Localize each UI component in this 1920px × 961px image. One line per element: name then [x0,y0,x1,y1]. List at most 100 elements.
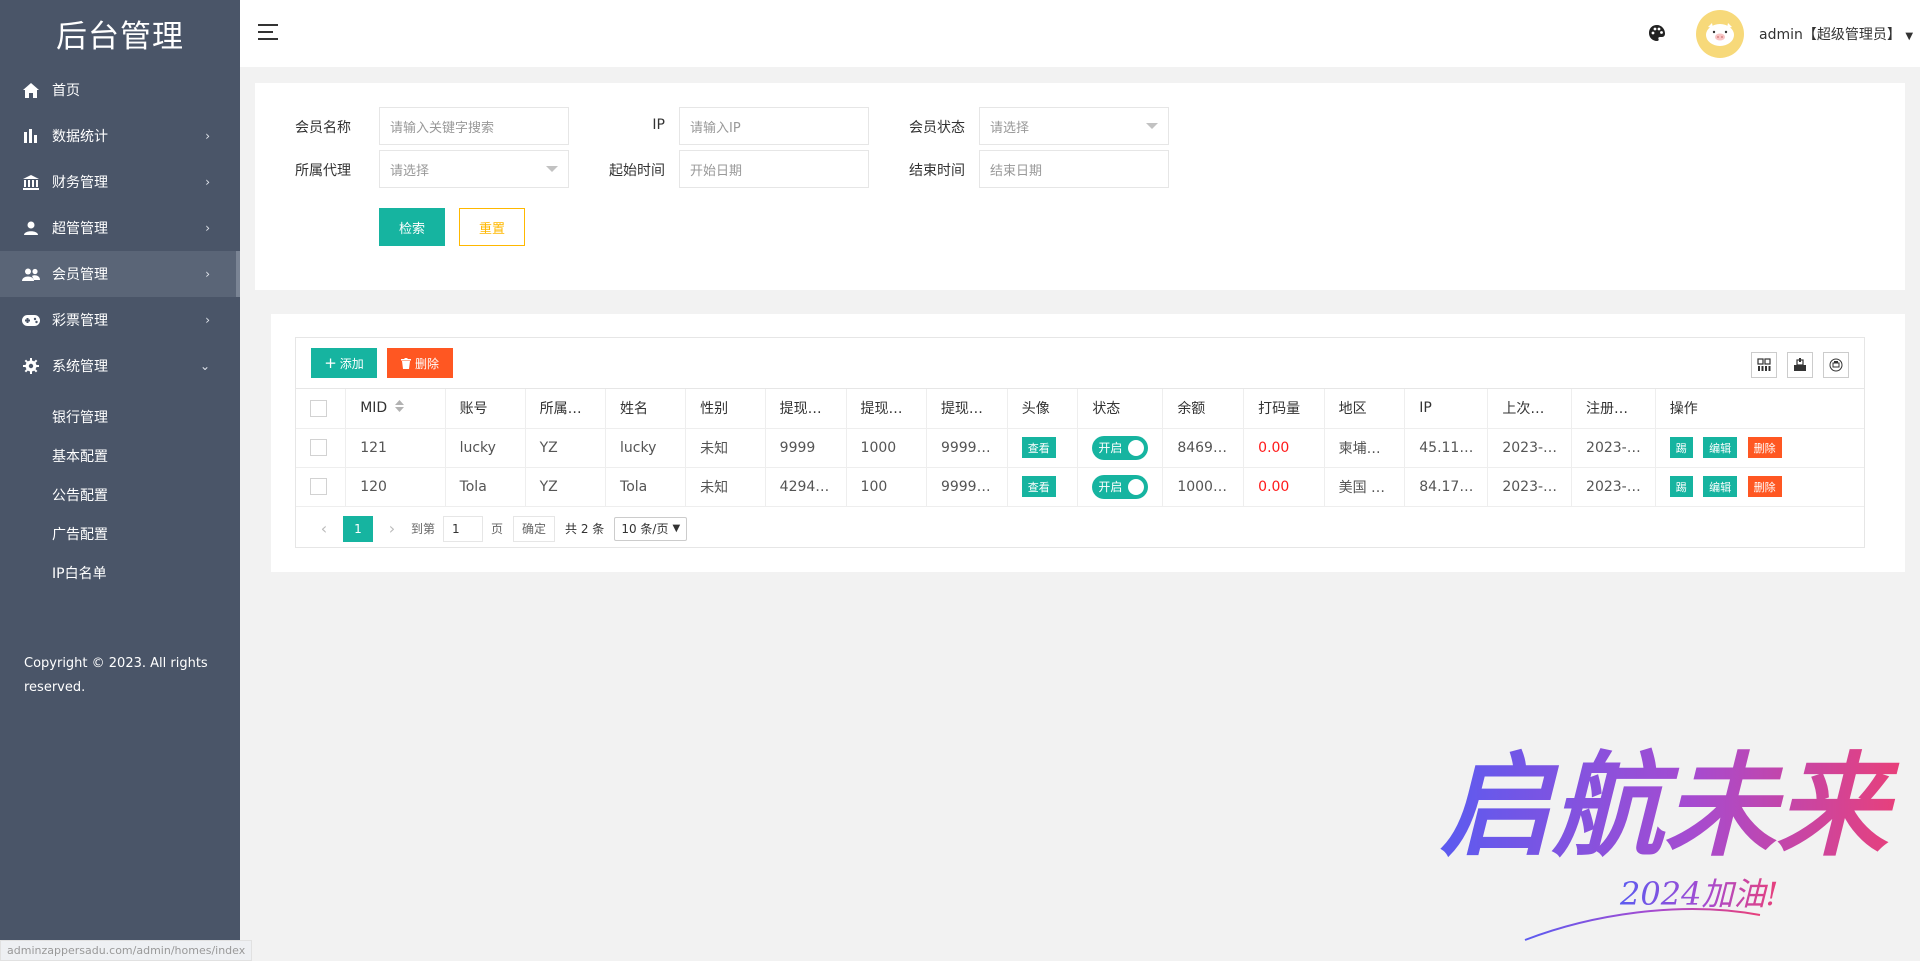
plus-icon: + [324,354,337,372]
caret-down-icon: ▼ [1905,31,1914,42]
cell-last-login: 2023-… [1487,428,1573,468]
sidebar-item-home[interactable]: 首页 [0,67,240,113]
sidebar-subitem-bank[interactable]: 银行管理 [0,397,240,436]
status-bar-url: adminzappersadu.com/admin/homes/index [0,940,253,961]
bank-icon [22,173,40,191]
cell-account: lucky [445,428,526,468]
delete-row-button[interactable]: 删除 [1747,476,1782,497]
cell-withdraw-1: 9999 [765,428,847,468]
table-panel: + 添加 删除 MID 账号 所属… 姓名 性别 提现… 提现… 提现… 头像 … [271,314,1905,572]
menu-toggle-icon[interactable] [258,24,278,40]
end-date-input[interactable]: 结束日期 [979,150,1169,188]
cell-name: lucky [605,428,687,468]
end-time-label: 结束时间 [909,163,965,179]
select-all-checkbox[interactable] [310,399,327,417]
sidebar-subitem-ip-whitelist[interactable]: IP白名单 [0,553,240,592]
cell-gender: 未知 [685,467,766,507]
chevron-down-icon: ▼ [672,523,681,534]
user-menu[interactable]: admin【超级管理员】 ▼ [1759,24,1913,44]
sidebar-item-finance[interactable]: 财务管理 › [0,159,240,205]
sidebar-item-label: 会员管理 [52,267,108,283]
system-submenu: 银行管理 基本配置 公告配置 广告配置 IP白名单 [0,389,240,592]
member-name-label: 会员名称 [295,120,351,136]
start-date-input[interactable]: 开始日期 [679,150,869,188]
row-checkbox[interactable] [310,439,327,456]
col-header-withdraw-1: 提现… [765,389,847,429]
kick-button[interactable]: 踢 [1669,437,1693,458]
cell-ip: 45.11… [1404,428,1489,468]
cell-register: 2023-… [1571,428,1656,468]
sidebar-item-members[interactable]: 会员管理 › [0,251,240,297]
goto-page-input[interactable]: 1 [443,515,484,542]
sidebar-subitem-notice-config[interactable]: 公告配置 [0,475,240,514]
add-button[interactable]: + 添加 [311,348,377,378]
table-row: 121 lucky YZ lucky 未知 9999 1000 9999… 查看… [296,428,1864,468]
cell-agent: YZ [525,467,607,507]
sidebar-item-label: 首页 [52,83,80,99]
watermark-sub-text: 2024加油! [1619,875,1778,913]
watermark-art: 启航未来 2024加油! [1440,741,1900,941]
view-avatar-button[interactable]: 查看 [1021,437,1056,458]
cell-region: 柬埔… [1324,428,1406,468]
user-icon [22,219,40,237]
toggle-label: 开启 [1098,441,1123,455]
col-header-actions: 操作 [1655,389,1864,429]
prev-page-icon[interactable]: ‹ [311,519,337,538]
col-header-mid[interactable]: MID [345,389,446,429]
total-count: 共 2 条 [565,522,605,536]
view-avatar-button[interactable]: 查看 [1021,476,1056,497]
edit-button[interactable]: 编辑 [1703,476,1738,497]
page-1-button[interactable]: 1 [343,515,373,542]
agent-select[interactable]: 请选择 [379,150,569,188]
select-placeholder: 请选择 [990,120,1030,136]
status-toggle[interactable]: 开启 [1092,435,1149,460]
sidebar-subitem-ad-config[interactable]: 广告配置 [0,514,240,553]
col-header-register: 注册… [1571,389,1656,429]
table-toolbar: + 添加 删除 [296,338,1864,389]
print-icon[interactable] [1823,352,1849,378]
palette-icon[interactable] [1648,24,1666,42]
gear-icon [22,357,40,375]
next-page-icon[interactable]: › [379,519,405,538]
sidebar-item-admin[interactable]: 超管管理 › [0,205,240,251]
delete-row-button[interactable]: 删除 [1747,437,1782,458]
col-header-region: 地区 [1324,389,1406,429]
select-all-cell [296,389,347,429]
col-header-bet: 打码量 [1243,389,1325,429]
status-toggle[interactable]: 开启 [1092,474,1149,499]
goto-confirm-button[interactable]: 确定 [513,515,556,542]
cell-withdraw-2: 100 [846,467,927,507]
sidebar-item-system[interactable]: 系统管理 ⌄ [0,343,240,389]
col-header-balance: 余额 [1162,389,1245,429]
cell-status: 开启 [1077,428,1164,468]
kick-button[interactable]: 踢 [1669,476,1693,497]
delete-button[interactable]: 删除 [387,348,453,378]
cell-avatar: 查看 [1007,467,1079,507]
chevron-right-icon: › [205,129,210,143]
export-icon[interactable] [1787,352,1813,378]
row-checkbox[interactable] [310,478,327,495]
edit-button[interactable]: 编辑 [1703,437,1738,458]
top-header: admin【超级管理员】 ▼ [240,0,1920,67]
cell-withdraw-2: 1000 [846,428,927,468]
row-select-cell [296,428,347,468]
caret-down-icon [546,166,558,172]
sidebar-item-lottery[interactable]: 彩票管理 › [0,297,240,343]
home-icon [22,81,40,99]
sidebar-subitem-basic-config[interactable]: 基本配置 [0,436,240,475]
caret-down-icon [1146,123,1158,129]
users-icon [22,265,40,283]
search-button[interactable]: 检索 [379,208,445,246]
cell-avatar: 查看 [1007,428,1079,468]
columns-filter-icon[interactable] [1751,352,1777,378]
user-name-label: admin【超级管理员】 [1759,27,1901,43]
cell-status: 开启 [1077,467,1164,507]
member-status-select[interactable]: 请选择 [979,107,1169,145]
sidebar-item-stats[interactable]: 数据统计 › [0,113,240,159]
sort-icon[interactable] [395,400,405,416]
page-size-select[interactable]: 10 条/页 ▼ [614,516,688,541]
avatar[interactable] [1696,10,1744,58]
reset-button[interactable]: 重置 [459,208,525,246]
ip-input[interactable]: 请输入IP [679,107,869,145]
member-name-input[interactable]: 请输入关键字搜索 [379,107,569,145]
